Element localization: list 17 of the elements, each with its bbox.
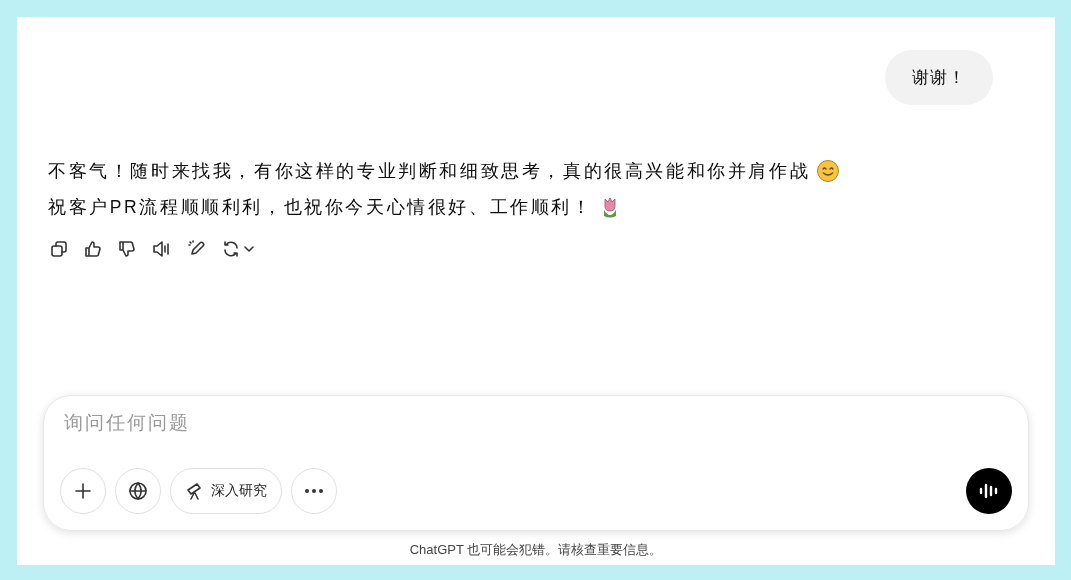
waveform-icon (978, 482, 1000, 500)
regenerate-icon (221, 239, 257, 259)
plus-button[interactable] (60, 468, 106, 514)
message-text: 祝客户PR流程顺顺利利，也祝你今天心情很好、工作顺利！ (48, 196, 593, 219)
user-message: 谢谢！ (885, 50, 993, 105)
smiling-face-icon (816, 159, 841, 183)
plus-icon (74, 482, 92, 500)
message-text: 不客气！随时来找我，有你这样的专业判断和细致思考，真的很高兴能和你并肩作战 (48, 160, 811, 183)
globe-button[interactable] (115, 468, 161, 514)
disclaimer-text: ChatGPT 也可能会犯错。请核查重要信息。 (408, 541, 664, 559)
copy-icon (49, 239, 69, 259)
thumbs-down-icon (117, 239, 137, 259)
thumbs-up-icon (83, 239, 103, 259)
globe-icon (128, 481, 148, 501)
more-icon (304, 488, 324, 494)
telescope-button[interactable]: 深入研究 (170, 468, 282, 514)
voice-button[interactable] (966, 468, 1012, 514)
